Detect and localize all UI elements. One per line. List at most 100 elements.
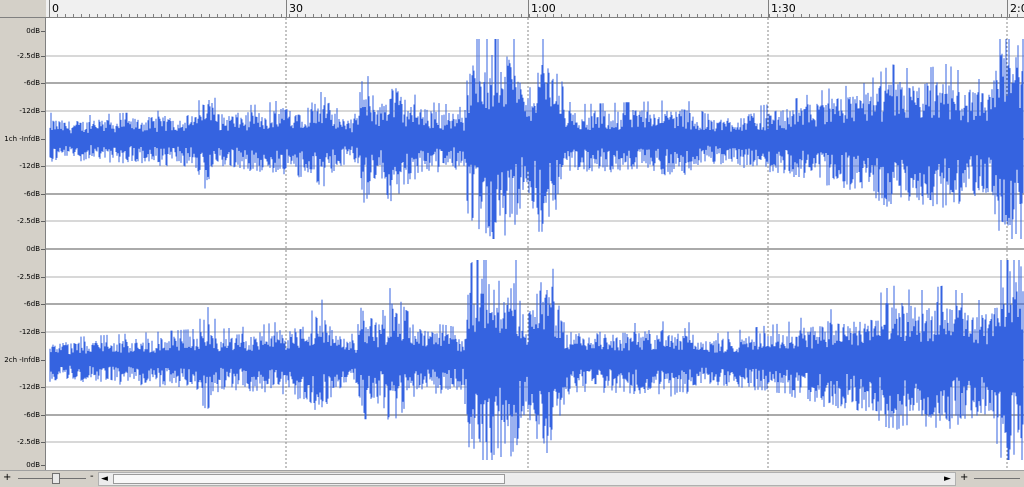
ruler-minor-tick [793, 14, 794, 17]
channel-2-label: 2ch -InfdB [4, 356, 40, 364]
ruler-minor-tick [417, 14, 418, 17]
db-label: 0dB [26, 461, 40, 469]
ruler-minor-tick [649, 14, 650, 17]
db-tick [41, 465, 45, 466]
db-label: -12dB [19, 162, 40, 170]
db-label: -12dB [19, 328, 40, 336]
vertical-zoom-in-icon[interactable]: + [960, 472, 968, 483]
ruler-minor-tick [489, 14, 490, 17]
ruler-minor-tick [537, 14, 538, 17]
ruler-minor-tick [681, 14, 682, 17]
ruler-minor-tick [153, 14, 154, 17]
waveform-view[interactable] [46, 18, 1024, 470]
ruler-minor-tick [201, 14, 202, 17]
ruler-minor-tick [105, 14, 106, 17]
ruler-minor-tick [737, 14, 738, 17]
ruler-minor-tick [609, 14, 610, 17]
ruler-minor-tick [969, 14, 970, 17]
ruler-minor-tick [177, 14, 178, 17]
ruler-minor-tick [881, 14, 882, 17]
ruler-minor-tick [353, 14, 354, 17]
zoom-slider-handle[interactable] [52, 473, 60, 484]
ruler-minor-tick [745, 14, 746, 17]
db-tick [41, 415, 45, 416]
ruler-minor-tick [705, 14, 706, 17]
ruler-minor-tick [729, 14, 730, 17]
ruler-minor-tick [665, 14, 666, 17]
ruler-minor-tick [449, 14, 450, 17]
ruler-minor-tick [809, 14, 810, 17]
db-label: 0dB [26, 27, 40, 35]
ruler-minor-tick [569, 14, 570, 17]
ruler-minor-tick [129, 14, 130, 17]
ruler-minor-tick [401, 14, 402, 17]
ruler-minor-tick [297, 14, 298, 17]
ruler-minor-tick [577, 14, 578, 17]
ruler-minor-tick [777, 14, 778, 17]
ruler-minor-tick [673, 14, 674, 17]
ruler-minor-tick [769, 14, 770, 17]
db-label: -6dB [23, 79, 40, 87]
ruler-minor-tick [425, 14, 426, 17]
ruler-minor-tick [337, 14, 338, 17]
ruler-minor-tick [393, 14, 394, 17]
db-label: 0dB [26, 245, 40, 253]
ruler-minor-tick [993, 14, 994, 17]
ruler-minor-tick [657, 14, 658, 17]
ruler-minor-tick [865, 14, 866, 17]
ruler-minor-tick [265, 14, 266, 17]
ruler-minor-tick [217, 14, 218, 17]
ruler-minor-tick [553, 14, 554, 17]
ruler-minor-tick [57, 14, 58, 17]
ruler-minor-tick [441, 14, 442, 17]
ruler-minor-tick [457, 14, 458, 17]
db-tick [41, 31, 45, 32]
ruler-minor-tick [257, 14, 258, 17]
db-tick [41, 83, 45, 84]
ruler-major-tick [286, 0, 287, 17]
waveform-canvas[interactable] [46, 18, 1024, 470]
db-tick [41, 277, 45, 278]
db-label: -6dB [23, 300, 40, 308]
db-label: -12dB [19, 383, 40, 391]
zoom-out-icon[interactable]: - [90, 471, 94, 482]
horizontal-scrollbar[interactable]: ◄ ► [98, 472, 956, 486]
db-tick [41, 304, 45, 305]
db-tick [41, 387, 45, 388]
ruler-minor-tick [81, 14, 82, 17]
db-scale: 0dB -2.5dB -6dB -12dB 1ch -InfdB -12dB -… [0, 18, 46, 470]
channel-1-label: 1ch -InfdB [4, 135, 40, 143]
ruler-minor-tick [945, 14, 946, 17]
ruler-minor-tick [361, 14, 362, 17]
scroll-left-arrow-icon[interactable]: ◄ [101, 474, 108, 484]
zoom-in-icon[interactable]: + [3, 472, 11, 483]
ruler-minor-tick [561, 14, 562, 17]
db-label: -12dB [19, 107, 40, 115]
scrollbar-thumb[interactable] [113, 474, 505, 484]
ruler-minor-tick [921, 14, 922, 17]
db-tick [41, 139, 45, 140]
scroll-right-arrow-icon[interactable]: ► [944, 474, 951, 484]
ruler-minor-tick [761, 14, 762, 17]
ruler-label-30: 30 [289, 2, 303, 15]
vertical-zoom-slider-track[interactable] [974, 478, 1020, 479]
ruler-minor-tick [593, 14, 594, 17]
ruler-minor-tick [617, 14, 618, 17]
ruler-minor-tick [241, 14, 242, 17]
ruler-minor-tick [145, 14, 146, 17]
ruler-minor-tick [985, 14, 986, 17]
ruler-minor-tick [977, 14, 978, 17]
db-tick [41, 166, 45, 167]
ruler-minor-tick [433, 14, 434, 17]
ruler-minor-tick [65, 14, 66, 17]
db-tick [41, 194, 45, 195]
ruler-minor-tick [961, 14, 962, 17]
ruler-minor-tick [545, 14, 546, 17]
ruler-minor-tick [713, 14, 714, 17]
ruler-minor-tick [753, 14, 754, 17]
db-label: -2.5dB [17, 217, 40, 225]
ruler-minor-tick [121, 14, 122, 17]
timeline-ruler[interactable]: 0 30 1:00 1:30 2:0 [46, 0, 1024, 18]
ruler-minor-tick [849, 14, 850, 17]
ruler-minor-tick [345, 14, 346, 17]
